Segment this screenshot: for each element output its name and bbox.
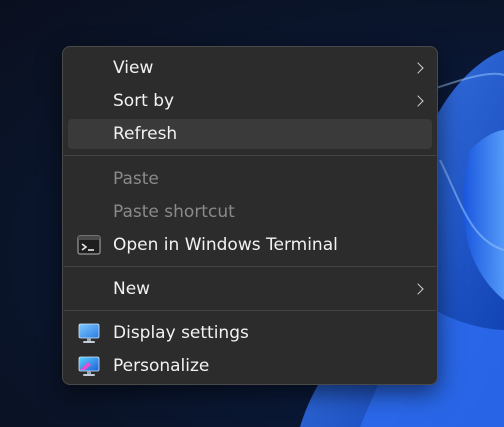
- menu-item-label: New: [113, 279, 151, 299]
- menu-item-view[interactable]: View: [68, 53, 432, 83]
- menu-item-label: Display settings: [113, 323, 249, 343]
- menu-item-refresh[interactable]: Refresh: [68, 119, 432, 149]
- display-settings-icon: [78, 323, 100, 343]
- menu-item-paste-shortcut[interactable]: Paste shortcut: [68, 197, 432, 227]
- menu-separator: [64, 155, 436, 156]
- menu-item-label: View: [113, 58, 154, 78]
- chevron-right-icon: [412, 283, 424, 295]
- menu-item-new[interactable]: New: [68, 274, 432, 304]
- menu-item-label: Paste shortcut: [113, 202, 235, 222]
- menu-item-paste[interactable]: Paste: [68, 164, 432, 194]
- menu-item-sort-by[interactable]: Sort by: [68, 86, 432, 116]
- menu-separator: [64, 310, 436, 311]
- desktop[interactable]: View Sort by Refresh Paste Paste shortcu…: [0, 0, 504, 427]
- menu-item-display-settings[interactable]: Display settings: [68, 318, 432, 348]
- personalize-icon: [78, 356, 100, 376]
- chevron-right-icon: [412, 62, 424, 74]
- menu-item-open-in-windows-terminal[interactable]: Open in Windows Terminal: [68, 230, 432, 260]
- chevron-right-icon: [412, 95, 424, 107]
- menu-item-label: Sort by: [113, 91, 175, 111]
- menu-item-label: Refresh: [113, 124, 178, 144]
- terminal-icon: [77, 235, 101, 255]
- menu-separator: [64, 266, 436, 267]
- menu-item-label: Paste: [113, 169, 159, 189]
- menu-item-label: Personalize: [113, 356, 210, 376]
- menu-item-personalize[interactable]: Personalize: [68, 351, 432, 381]
- desktop-context-menu: View Sort by Refresh Paste Paste shortcu…: [62, 46, 438, 385]
- menu-item-label: Open in Windows Terminal: [113, 235, 338, 255]
